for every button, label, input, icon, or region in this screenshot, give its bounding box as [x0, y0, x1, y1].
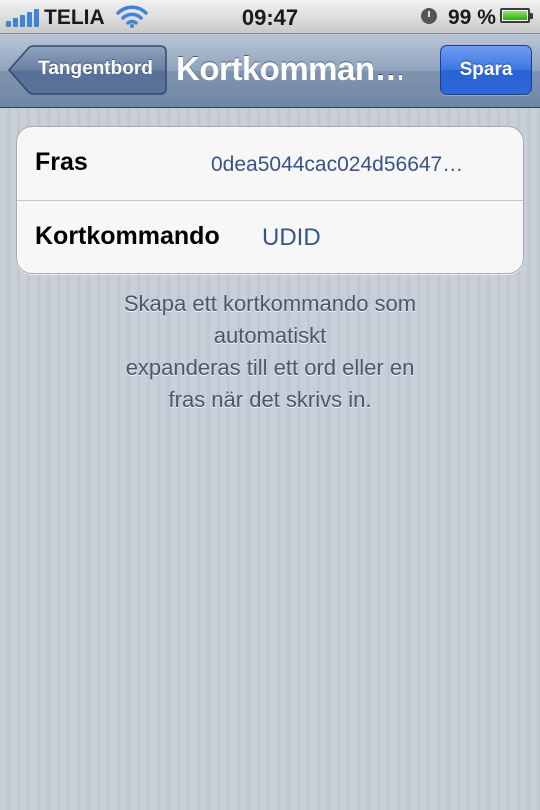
battery-level-fill — [503, 11, 527, 20]
footer-line: automatiskt — [213, 323, 327, 348]
footer-line: fras när det skrivs in. — [168, 387, 372, 412]
battery-percentage: 99 % — [448, 6, 496, 29]
battery-icon — [500, 8, 533, 23]
navigation-bar: Tangentbord Kortkomman… Spara — [0, 34, 540, 108]
alarm-clock-icon — [421, 8, 437, 24]
footer-line: Skapa ett kortkommando som — [123, 291, 417, 316]
phrase-row[interactable]: Fras 0dea5044cac024d56647… — [17, 127, 523, 201]
shortcut-row[interactable]: Kortkommando UDID — [17, 201, 523, 274]
phrase-field[interactable]: 0dea5044cac024d56647… — [211, 153, 501, 177]
status-bar: TELIA 09:47 99 % — [0, 0, 540, 34]
save-button[interactable]: Spara — [440, 45, 532, 95]
phrase-label: Fras — [35, 148, 88, 176]
page-title: Kortkomman… — [176, 50, 402, 87]
back-button-label: Tangentbord — [38, 58, 153, 79]
shortcut-field[interactable]: UDID — [262, 224, 321, 252]
footer-description: Skapa ett kortkommando som automatiskt e… — [60, 288, 480, 416]
back-button[interactable]: Tangentbord — [8, 45, 167, 95]
shortcut-form-group: Fras 0dea5044cac024d56647… Kortkommando … — [16, 126, 524, 274]
footer-line: expanderas till ett ord eller en — [125, 355, 415, 380]
shortcut-label: Kortkommando — [35, 222, 220, 250]
